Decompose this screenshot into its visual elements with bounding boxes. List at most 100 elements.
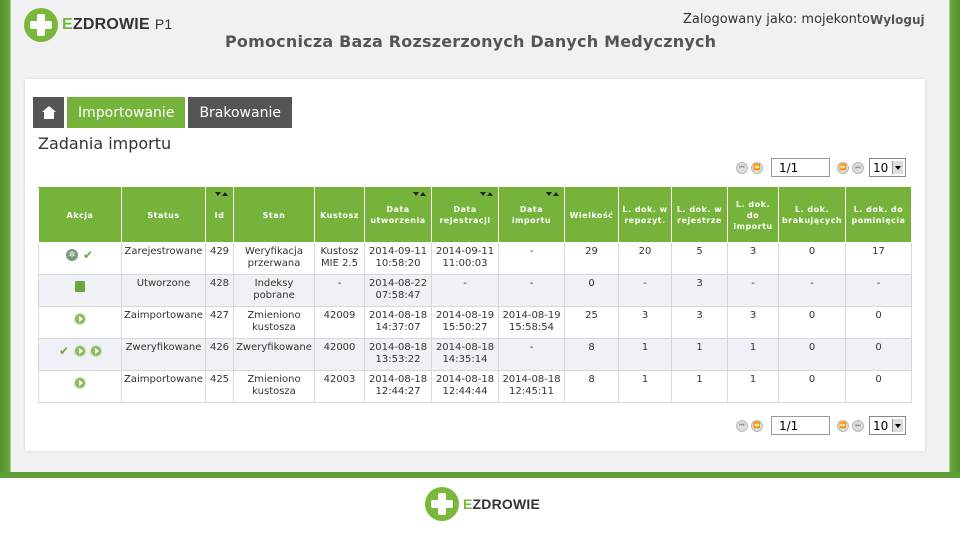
pager-bottom: ⏮ ⏪ 1/1 ⏩ ⏭ 10	[736, 416, 906, 435]
last-page-icon[interactable]: ⏭	[852, 161, 864, 174]
repo-cell: 20	[618, 242, 672, 275]
status-cell: Utworzone	[121, 274, 206, 307]
kustosz-cell: -	[314, 274, 365, 307]
gear-icon[interactable]: ✲	[66, 249, 78, 261]
registered-cell: -	[431, 274, 499, 307]
registry-cell: 5	[671, 242, 728, 275]
col-data-importu[interactable]: Data importu	[498, 187, 565, 243]
logo-letter-e: E	[463, 496, 473, 512]
col-status: Status	[121, 187, 206, 243]
first-page-icon[interactable]: ⏮	[736, 161, 748, 174]
kustosz-cell: 42000	[314, 338, 365, 371]
sort-icon[interactable]	[546, 192, 559, 196]
page-input-bottom[interactable]: 1/1	[771, 416, 830, 435]
tab-brakowanie[interactable]: Brakowanie	[188, 97, 292, 128]
missing-cell: 0	[778, 370, 846, 403]
id-cell: 426	[205, 338, 234, 371]
kustosz-cell: Kustosz MIE 2.5	[314, 242, 365, 275]
stan-cell: Zweryfikowane	[233, 338, 315, 371]
imported-cell: -	[498, 338, 565, 371]
first-page-icon[interactable]: ⏮	[736, 419, 748, 432]
table-row: Zaimportowane 425 Zmieniono kustosza 420…	[38, 370, 912, 403]
registry-cell: 1	[671, 370, 728, 403]
col-id-label: Id	[214, 210, 225, 220]
repo-cell: 1	[618, 338, 672, 371]
table-row: Utworzone 428 Indeksy pobrane - 2014-08-…	[38, 274, 912, 307]
cross-logo-icon	[24, 8, 58, 42]
stan-cell: Indeksy pobrane	[233, 274, 315, 307]
size-cell: 0	[564, 274, 619, 307]
play-icon[interactable]	[74, 345, 86, 357]
prev-page-icon[interactable]: ⏪	[751, 419, 763, 432]
missing-cell: -	[778, 274, 846, 307]
stan-cell: Zmieniono kustosza	[233, 306, 315, 339]
col-wielkosc: Wielkość	[564, 187, 619, 243]
missing-cell: 0	[778, 242, 846, 275]
page-input-top[interactable]: 1/1	[771, 158, 830, 177]
document-icon[interactable]	[75, 281, 85, 292]
home-icon	[41, 106, 56, 119]
id-cell: 427	[205, 306, 234, 339]
col-id[interactable]: Id	[205, 187, 234, 243]
tab-bar: Importowanie Brakowanie	[33, 97, 295, 128]
play-icon[interactable]	[74, 377, 86, 389]
action-cell	[38, 306, 122, 339]
page-size-select-bottom[interactable]: 10	[869, 416, 906, 435]
created-cell: 2014-08-18 13:53:22	[364, 338, 432, 371]
status-cell: Zarejestrowane	[121, 242, 206, 275]
repo-cell: 3	[618, 306, 672, 339]
size-cell: 29	[564, 242, 619, 275]
play-icon[interactable]	[90, 345, 102, 357]
page-title: Pomocnicza Baza Rozszerzonych Danych Med…	[225, 32, 717, 51]
table-row: ✲ ✔ Zarejestrowane 429 Weryfikacja przerw…	[38, 242, 912, 275]
skip-cell: -	[845, 274, 912, 307]
sort-icon[interactable]	[413, 192, 426, 196]
tab-home[interactable]	[33, 97, 64, 128]
imported-cell: 2014-08-18 12:45:11	[498, 370, 565, 403]
tab-importowanie[interactable]: Importowanie	[67, 97, 186, 128]
table-row: ✔ Zweryfikowane 426 Zweryfikowane 42000 …	[38, 338, 912, 371]
cross-logo-icon	[425, 487, 459, 521]
page-size-select-top[interactable]: 10	[869, 158, 906, 177]
status-cell: Zweryfikowane	[121, 338, 206, 371]
check-icon[interactable]: ✔	[82, 249, 94, 261]
logout-link[interactable]: Wyloguj	[870, 13, 925, 27]
col-data-utworzenia[interactable]: Data utworzenia	[364, 187, 432, 243]
id-cell: 428	[205, 274, 234, 307]
col-l-dok-rejestrze: L. dok. w rejestrze	[671, 187, 728, 243]
col-stan: Stan	[233, 187, 315, 243]
chevron-down-icon	[895, 166, 901, 170]
next-page-icon[interactable]: ⏩	[837, 419, 849, 432]
size-cell: 25	[564, 306, 619, 339]
stan-cell: Zmieniono kustosza	[233, 370, 315, 403]
registry-cell: 3	[671, 306, 728, 339]
bottom-accent-bar	[0, 472, 960, 478]
logo-suffix: P1	[154, 16, 173, 32]
col-data-utworzenia-label: Data utworzenia	[370, 205, 426, 225]
col-data-rejestracji[interactable]: Data rejestracji	[431, 187, 499, 243]
sort-icon[interactable]	[480, 192, 493, 196]
repo-cell: 1	[618, 370, 672, 403]
last-page-icon[interactable]: ⏭	[852, 419, 864, 432]
kustosz-cell: 42003	[314, 370, 365, 403]
created-cell: 2014-08-22 07:58:47	[364, 274, 432, 307]
action-cell: ✔	[38, 338, 122, 371]
table-row: Zaimportowane 427 Zmieniono kustosza 420…	[38, 306, 912, 339]
registry-cell: 3	[671, 274, 728, 307]
created-cell: 2014-08-18 14:37:07	[364, 306, 432, 339]
skip-cell: 0	[845, 306, 912, 339]
table-header-row: Akcja Status Id Stan Kustosz Data utworz…	[38, 187, 912, 243]
page-size-value: 10	[873, 160, 889, 175]
col-akcja: Akcja	[38, 187, 122, 243]
imported-cell: -	[498, 274, 565, 307]
col-data-rejestracji-label: Data rejestracji	[439, 205, 491, 225]
sort-icon[interactable]	[215, 192, 228, 196]
check-icon[interactable]: ✔	[58, 345, 70, 357]
next-page-icon[interactable]: ⏩	[837, 161, 849, 174]
status-cell: Zaimportowane	[121, 306, 206, 339]
play-icon[interactable]	[74, 313, 86, 325]
logo[interactable]: EZDROWIE P1	[24, 8, 172, 42]
repo-cell: -	[618, 274, 672, 307]
prev-page-icon[interactable]: ⏪	[751, 161, 763, 174]
registered-cell: 2014-09-11 11:00:03	[431, 242, 499, 275]
